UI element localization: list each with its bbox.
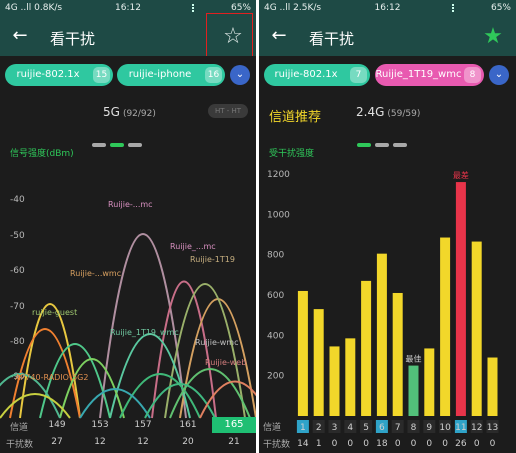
y-tick: 800 [267, 251, 284, 261]
interference-count: 0 [332, 439, 338, 449]
network-label: Ruijie-...mc [108, 200, 153, 209]
channel-label[interactable]: 161 [176, 420, 200, 430]
interference-count: 18 [376, 439, 388, 449]
channel-label[interactable]: 153 [88, 420, 112, 430]
interference-count: 27 [51, 437, 63, 447]
network-label: Ruijie_...mc [170, 242, 216, 251]
channel-label[interactable]: 149 [45, 420, 69, 430]
channel-row-label: 信道 [263, 421, 281, 433]
right-screen: 4G ..ll 2.5K/s 16:12 65% ← 看干扰 ★ ruijie-… [259, 0, 516, 453]
signal-arc [164, 283, 246, 419]
network-label: Ruijie-web [205, 358, 246, 367]
channel-label: 3 [332, 423, 338, 433]
interference-count: 26 [455, 439, 467, 449]
channel-row-label: 信道 [10, 423, 29, 433]
interference-row-label: 干扰数 [263, 440, 291, 450]
channel-label: 1 [300, 423, 306, 433]
channel-label: 13 [487, 423, 498, 433]
channel-label: 9 [426, 423, 432, 433]
bar [424, 348, 435, 416]
bar [313, 309, 324, 416]
channel-label: 5 [363, 423, 369, 433]
network-label: AP740-RADIO-5G2 [15, 373, 88, 382]
interference-count: 0 [442, 439, 448, 449]
interference-count: 1 [316, 439, 322, 449]
interference-count: 0 [474, 439, 480, 449]
bar [487, 357, 498, 416]
bar [471, 241, 482, 416]
channel-label: 4 [347, 423, 353, 433]
network-label: ruijie-guest [32, 308, 77, 317]
bar [455, 182, 466, 416]
best-annotation: 最佳 [406, 354, 422, 364]
interference-count: 0 [411, 439, 417, 449]
bar [361, 280, 372, 416]
signal-arc [79, 388, 151, 419]
interference-count: 20 [182, 437, 194, 447]
channel-label: 2 [316, 423, 322, 433]
channel-label: 10 [439, 423, 451, 433]
network-label: Ruijie-1T19 [190, 255, 235, 264]
interference-count: 0 [347, 439, 353, 449]
bar [297, 290, 308, 416]
bar [345, 338, 356, 416]
interference-count: 0 [490, 439, 496, 449]
worst-annotation: 最差 [453, 170, 469, 180]
channel-label: 12 [471, 423, 482, 433]
channel-label: 11 [455, 423, 466, 433]
channel-label-active[interactable]: 165 [212, 417, 256, 433]
interference-count: 0 [363, 439, 369, 449]
y-tick: 400 [267, 331, 284, 341]
y-tick: 200 [267, 372, 284, 382]
channel-label[interactable]: 157 [131, 420, 155, 430]
network-label: Ruijie-...wmc [70, 269, 121, 278]
network-label: Ruijie_1T19_wmc [110, 328, 179, 337]
signal-arc-chart: Ruijie-...mc Ruijie_...mc Ruijie-1T19 Ru… [0, 200, 256, 419]
interference-count: 0 [426, 439, 432, 449]
bar [376, 253, 387, 416]
channel-label: 6 [379, 423, 385, 433]
bar [408, 365, 419, 416]
left-screen: 4G ..ll 0.8K/s 16:12 65% ← 看干扰 ☆ ruijie-… [0, 0, 256, 453]
interference-count: 0 [395, 439, 401, 449]
interference-row-label: 干扰数 [6, 440, 34, 450]
channel-label: 7 [395, 423, 401, 433]
bar [440, 237, 451, 416]
signal-arc [99, 233, 187, 419]
channel-label: 8 [411, 423, 417, 433]
bar [329, 346, 340, 416]
y-tick: 1000 [267, 210, 290, 220]
y-tick: 600 [267, 291, 284, 301]
interference-count: 12 [94, 437, 106, 447]
channel-bar-chart: 20040060080010001200114213040506187080最佳… [263, 170, 499, 449]
interference-count: 12 [137, 437, 149, 447]
network-label: Ruijie-wmc [195, 338, 238, 347]
y-tick: 1200 [267, 170, 290, 180]
interference-count: 21 [228, 437, 240, 447]
bar [392, 292, 403, 416]
interference-count: 14 [297, 439, 309, 449]
signal-arc [19, 303, 81, 419]
